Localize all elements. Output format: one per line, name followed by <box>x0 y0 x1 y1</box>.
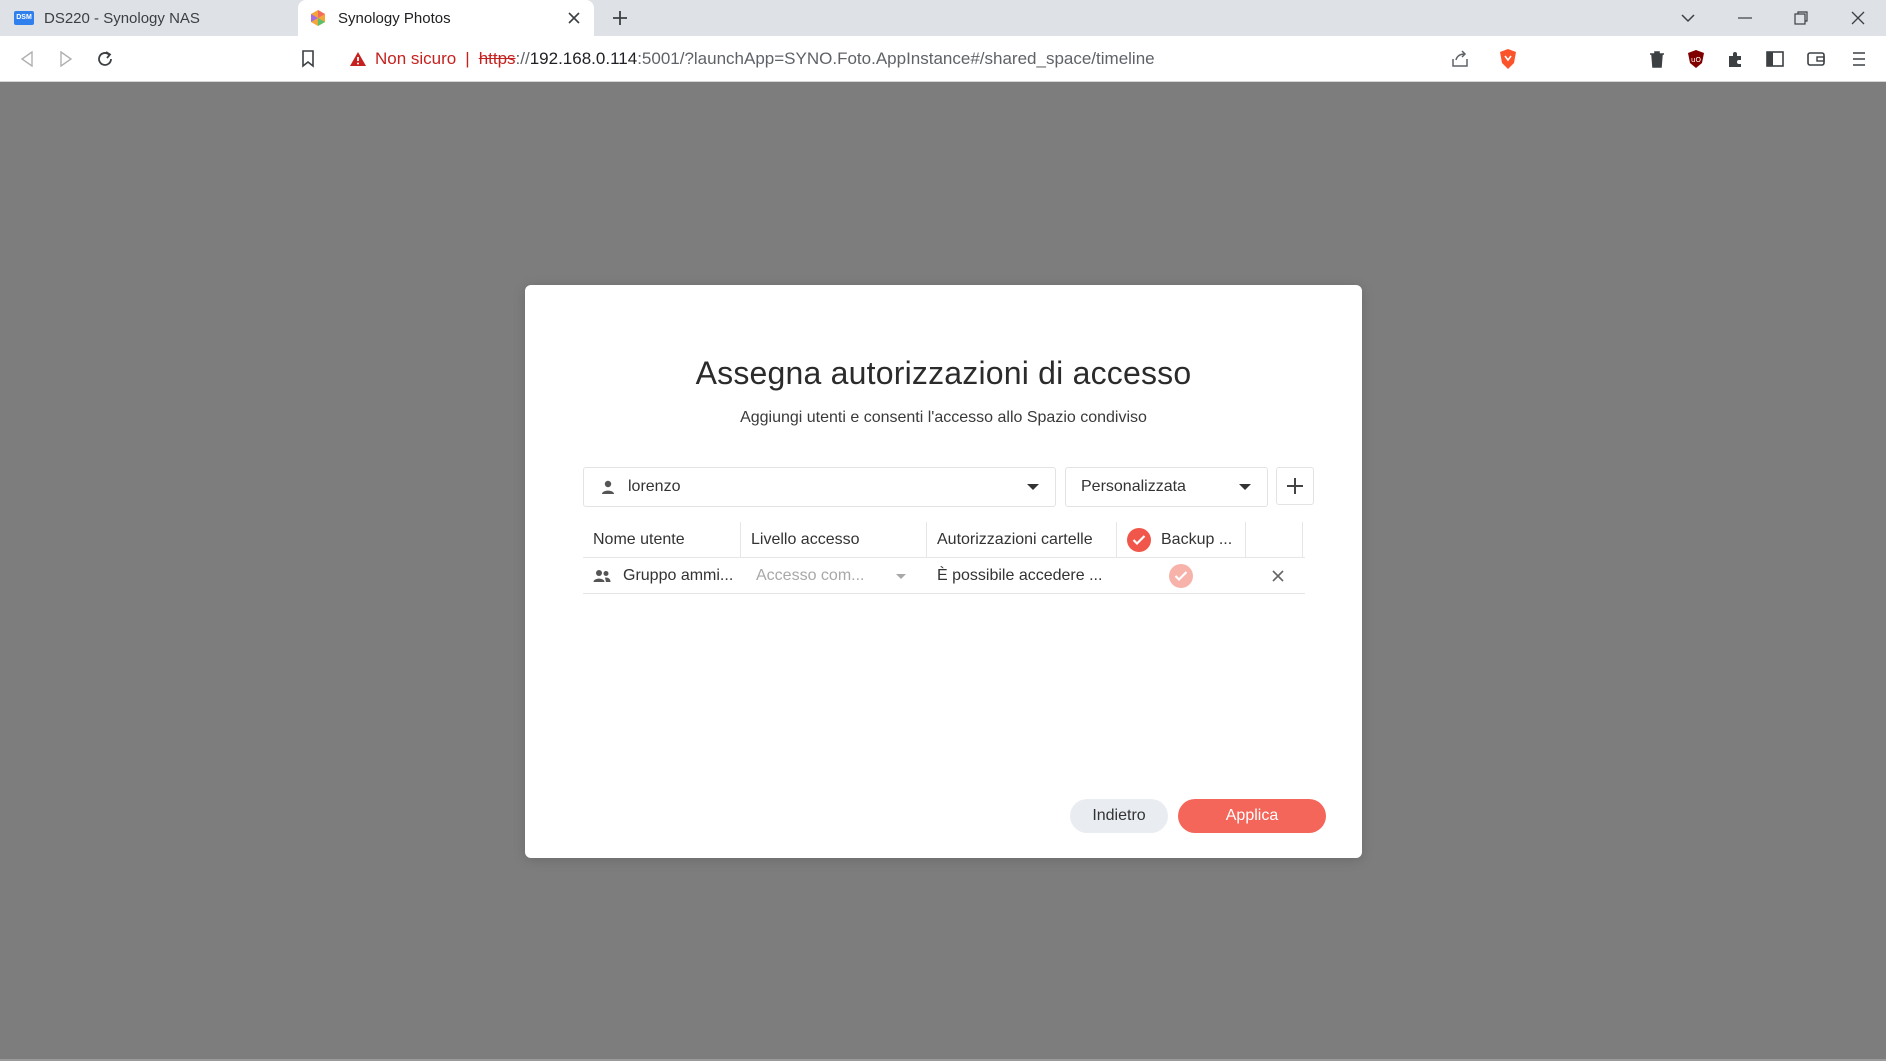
user-select-value: lorenzo <box>628 478 681 495</box>
column-access-level[interactable]: Livello accesso <box>741 522 927 558</box>
restore-icon[interactable] <box>1773 0 1829 36</box>
column-backup[interactable]: Backup ... <box>1117 522 1246 558</box>
column-folder-permissions[interactable]: Autorizzazioni cartelle <box>927 522 1117 558</box>
role-select[interactable]: Personalizzata <box>1065 467 1268 507</box>
backup-checkbox[interactable] <box>1169 558 1209 594</box>
check-icon[interactable] <box>1127 528 1151 552</box>
wallet-icon[interactable] <box>1800 43 1832 75</box>
back-icon[interactable] <box>11 43 43 75</box>
address-bar[interactable]: Non sicuro | https://192.168.0.114:5001/… <box>337 41 1532 77</box>
cell-username: Gruppo ammi... <box>593 558 741 594</box>
browser-toolbar: Non sicuro | https://192.168.0.114:5001/… <box>0 36 1886 82</box>
dialog-title: Assegna autorizzazioni di accesso <box>695 355 1192 391</box>
column-actions <box>1246 522 1303 558</box>
back-button[interactable]: Indietro <box>1070 799 1168 833</box>
tab-ds220[interactable]: DSM DS220 - Synology NAS <box>0 0 298 36</box>
remove-row-icon[interactable] <box>1263 558 1293 594</box>
tab-synology-photos[interactable]: Synology Photos <box>298 0 594 36</box>
chevron-down-icon <box>1027 484 1039 490</box>
access-level-select[interactable]: Accesso com... <box>756 558 916 594</box>
add-user-button[interactable] <box>1276 467 1314 505</box>
synology-photos-icon <box>308 10 328 26</box>
svg-text:uO: uO <box>1691 56 1701 64</box>
tab-title: DS220 - Synology NAS <box>44 9 200 27</box>
trash-icon[interactable] <box>1641 43 1673 75</box>
cell-folder-permissions[interactable]: È possibile accedere ... <box>937 558 1113 594</box>
plus-icon <box>1287 478 1303 494</box>
close-window-icon[interactable] <box>1830 0 1886 36</box>
user-select[interactable]: lorenzo <box>583 467 1056 507</box>
reload-icon[interactable] <box>89 43 121 75</box>
url-text[interactable]: https://192.168.0.114:5001/?launchApp=SY… <box>479 49 1155 69</box>
permissions-table: Nome utente Livello accesso Autorizzazio… <box>583 522 1305 594</box>
table-row[interactable]: Gruppo ammi... Accesso com... È possibil… <box>583 558 1305 594</box>
bookmark-icon[interactable] <box>292 43 324 75</box>
new-tab-icon[interactable] <box>604 4 636 32</box>
address-separator: | <box>465 49 470 68</box>
sidebar-icon[interactable] <box>1759 43 1791 75</box>
tab-title: Synology Photos <box>338 9 451 27</box>
chevron-down-icon <box>1239 484 1251 490</box>
access-permissions-dialog: Assegna autorizzazioni di accesso Aggiun… <box>525 285 1362 858</box>
browser-tab-strip: DSM DS220 - Synology NAS Synology Photos <box>0 0 1886 36</box>
column-username[interactable]: Nome utente <box>583 522 741 558</box>
warning-icon[interactable] <box>349 49 369 69</box>
user-icon <box>600 479 616 495</box>
minimize-icon[interactable] <box>1717 0 1773 36</box>
brave-shields-icon[interactable] <box>1496 47 1520 71</box>
share-icon[interactable] <box>1448 47 1472 71</box>
dialog-subtitle: Aggiungi utenti e consenti l'accesso all… <box>740 409 1147 426</box>
dsm-icon: DSM <box>14 10 34 26</box>
role-select-value: Personalizzata <box>1081 478 1186 495</box>
ublock-icon[interactable]: uO <box>1680 43 1712 75</box>
menu-icon[interactable] <box>1843 43 1875 75</box>
tab-search-chevron-icon[interactable] <box>1660 0 1716 36</box>
extensions-icon[interactable] <box>1719 43 1751 75</box>
security-label[interactable]: Non sicuro <box>375 49 456 69</box>
chevron-down-icon <box>896 573 906 579</box>
forward-icon[interactable] <box>50 43 82 75</box>
group-icon <box>593 569 611 583</box>
table-header: Nome utente Livello accesso Autorizzazio… <box>583 522 1305 558</box>
close-tab-icon[interactable] <box>560 4 588 32</box>
apply-button[interactable]: Applica <box>1178 799 1326 833</box>
check-icon <box>1169 564 1193 588</box>
